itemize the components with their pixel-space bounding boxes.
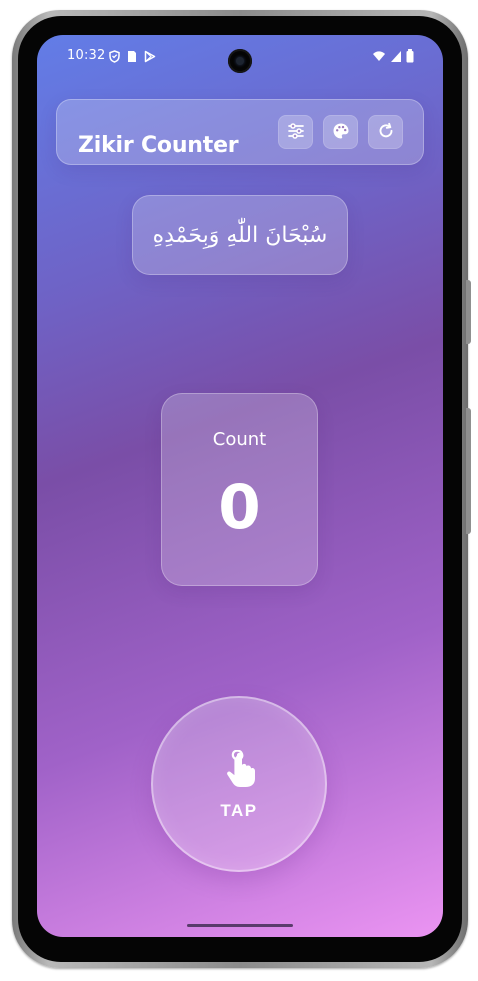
header-actions <box>278 115 403 149</box>
wifi-icon <box>372 48 386 67</box>
reset-button[interactable] <box>368 115 403 149</box>
battery-icon <box>406 48 414 67</box>
counter-card: Count 0 <box>161 393 318 586</box>
status-icons-right <box>372 48 414 67</box>
count-value: 0 <box>218 472 261 543</box>
hand-tap-icon <box>223 749 259 788</box>
palette-icon <box>332 122 350 143</box>
dhikr-card: سُبْحَانَ اللّٰهِ وَبِحَمْدِهِ <box>132 195 348 275</box>
play-store-icon <box>144 48 156 67</box>
volume-button <box>466 408 471 534</box>
sliders-icon <box>287 122 305 143</box>
sim-icon <box>127 48 137 67</box>
status-icons-left <box>109 48 156 67</box>
dhikr-text: سُبْحَانَ اللّٰهِ وَبِحَمْدِهِ <box>152 222 328 248</box>
power-button <box>466 280 471 344</box>
navigation-handle[interactable] <box>187 924 293 927</box>
front-camera <box>228 49 252 73</box>
tap-label: TAP <box>220 801 258 820</box>
status-bar: 10:32 <box>37 35 443 79</box>
shield-icon <box>109 48 120 67</box>
app-header: Zikir Counter <box>56 99 424 165</box>
app-title: Zikir Counter <box>78 132 239 158</box>
app-screen: 10:32 Zikir Counter سُبْحَانَ اللّٰهِ وَ… <box>37 35 443 937</box>
status-time: 10:32 <box>67 48 106 63</box>
count-label: Count <box>212 429 267 450</box>
refresh-icon <box>377 122 395 143</box>
settings-button[interactable] <box>278 115 313 149</box>
theme-button[interactable] <box>323 115 358 149</box>
signal-icon <box>390 48 402 67</box>
tap-button[interactable]: TAP <box>151 696 327 872</box>
